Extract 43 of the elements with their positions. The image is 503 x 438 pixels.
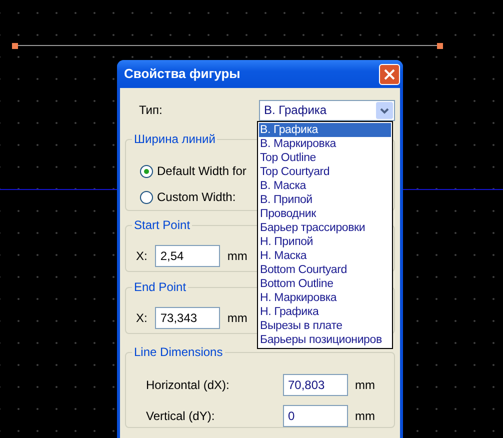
radio-button[interactable]	[140, 190, 153, 204]
unit-label: mm	[355, 409, 375, 424]
field-label: X:	[136, 311, 148, 326]
close-button[interactable]	[379, 64, 400, 84]
unit-label: mm	[227, 311, 248, 326]
number-field[interactable]: 0	[283, 405, 348, 428]
dropdown-option[interactable]: В. Маркировка	[259, 137, 391, 151]
group-legend: Start Point	[132, 218, 192, 232]
dropdown-option[interactable]: В. Графика	[259, 123, 391, 137]
dropdown-option[interactable]: В. Припой	[259, 193, 391, 207]
radio-label: Default Width for	[157, 164, 246, 179]
window-title: Свойства фигуры	[123, 66, 240, 82]
number-field[interactable]: 2,54	[155, 245, 220, 268]
dropdown-option[interactable]: Вырезы в плате	[259, 319, 391, 333]
group-legend: Line Dimensions	[132, 345, 225, 360]
dropdown-option[interactable]: Bottom Courtyard	[259, 263, 391, 277]
endpoint-handle[interactable]	[437, 43, 443, 49]
dropdown-option[interactable]: Top Courtyard	[259, 165, 391, 179]
field-label: X:	[136, 249, 148, 264]
field-label: Horizontal (dX):	[146, 378, 230, 393]
field-label: Тип:	[139, 103, 162, 118]
dropdown-option[interactable]: Барьеры позициониров	[259, 333, 391, 347]
number-field[interactable]: 73,343	[155, 307, 220, 330]
dropdown-option[interactable]: В. Маска	[259, 179, 391, 193]
close-icon	[384, 68, 395, 80]
radio-button[interactable]	[140, 164, 153, 178]
dropdown-option[interactable]: Bottom Outline	[259, 277, 391, 291]
type-select[interactable]: В. Графика	[259, 100, 395, 121]
dropdown-option[interactable]: Барьер трассировки	[259, 221, 391, 235]
number-field[interactable]: 70,803	[283, 374, 348, 396]
unit-label: mm	[227, 249, 248, 264]
dropdown-option[interactable]: Н. Маркировка	[259, 291, 391, 305]
dropdown-option[interactable]: Н. Маска	[259, 249, 391, 263]
dropdown-option[interactable]: Н. Припой	[259, 235, 391, 249]
radio-label: Custom Width:	[157, 190, 236, 205]
dropdown-option[interactable]: Проводник	[259, 207, 391, 221]
field-label: Vertical (dY):	[146, 409, 216, 424]
dropdown-option[interactable]: Top Outline	[259, 151, 391, 165]
dropdown-option[interactable]: Н. Графика	[259, 305, 391, 319]
unit-label: mm	[355, 378, 375, 393]
group-legend: Ширина линий	[132, 132, 218, 146]
endpoint-handle[interactable]	[12, 43, 18, 49]
group-legend: End Point	[132, 280, 188, 294]
